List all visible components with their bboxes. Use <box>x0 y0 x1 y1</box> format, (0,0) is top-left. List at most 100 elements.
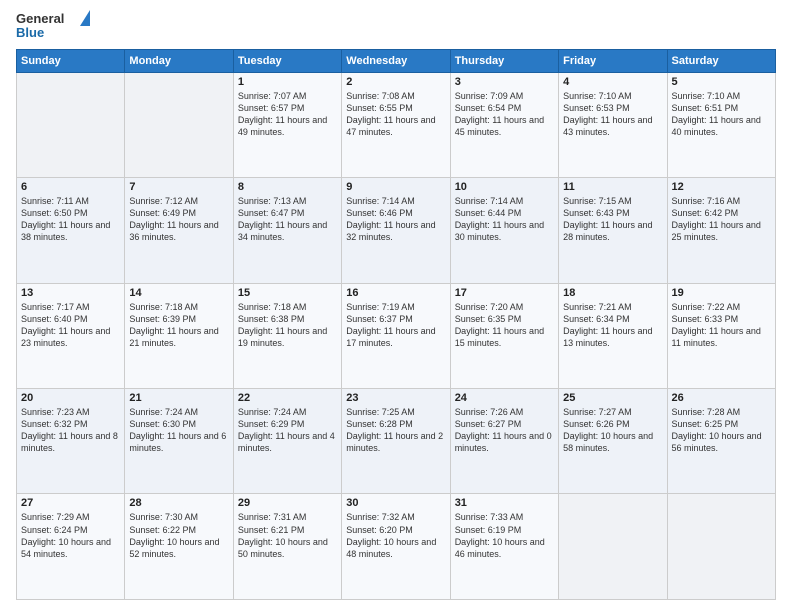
cell-content: Sunrise: 7:24 AMSunset: 6:29 PMDaylight:… <box>238 406 337 455</box>
day-number: 20 <box>21 392 120 404</box>
day-number: 12 <box>672 181 771 193</box>
day-number: 5 <box>672 76 771 88</box>
cell-content: Sunrise: 7:16 AMSunset: 6:42 PMDaylight:… <box>672 195 771 244</box>
day-of-week-wednesday: Wednesday <box>342 49 450 72</box>
calendar-cell <box>125 72 233 177</box>
cell-content: Sunrise: 7:11 AMSunset: 6:50 PMDaylight:… <box>21 195 120 244</box>
day-number: 29 <box>238 497 337 509</box>
calendar-cell <box>17 72 125 177</box>
cell-content: Sunrise: 7:28 AMSunset: 6:25 PMDaylight:… <box>672 406 771 455</box>
calendar-header: SundayMondayTuesdayWednesdayThursdayFrid… <box>17 49 776 72</box>
cell-content: Sunrise: 7:14 AMSunset: 6:44 PMDaylight:… <box>455 195 554 244</box>
cell-content: Sunrise: 7:19 AMSunset: 6:37 PMDaylight:… <box>346 301 445 350</box>
calendar-cell: 11 Sunrise: 7:15 AMSunset: 6:43 PMDayligh… <box>559 178 667 283</box>
calendar-cell: 17 Sunrise: 7:20 AMSunset: 6:35 PMDayligh… <box>450 283 558 388</box>
day-number: 30 <box>346 497 445 509</box>
day-number: 16 <box>346 287 445 299</box>
week-row-3: 20 Sunrise: 7:23 AMSunset: 6:32 PMDayligh… <box>17 389 776 494</box>
cell-content: Sunrise: 7:14 AMSunset: 6:46 PMDaylight:… <box>346 195 445 244</box>
calendar-cell: 21 Sunrise: 7:24 AMSunset: 6:30 PMDayligh… <box>125 389 233 494</box>
day-of-week-sunday: Sunday <box>17 49 125 72</box>
cell-content: Sunrise: 7:23 AMSunset: 6:32 PMDaylight:… <box>21 406 120 455</box>
cell-content: Sunrise: 7:21 AMSunset: 6:34 PMDaylight:… <box>563 301 662 350</box>
cell-content: Sunrise: 7:27 AMSunset: 6:26 PMDaylight:… <box>563 406 662 455</box>
day-number: 31 <box>455 497 554 509</box>
cell-content: Sunrise: 7:25 AMSunset: 6:28 PMDaylight:… <box>346 406 445 455</box>
calendar-cell: 16 Sunrise: 7:19 AMSunset: 6:37 PMDayligh… <box>342 283 450 388</box>
day-number: 21 <box>129 392 228 404</box>
calendar-cell: 8Sunrise: 7:13 AMSunset: 6:47 PMDaylight… <box>233 178 341 283</box>
calendar-cell: 7 Sunrise: 7:12 AMSunset: 6:49 PMDaylight… <box>125 178 233 283</box>
cell-content: Sunrise: 7:29 AMSunset: 6:24 PMDaylight:… <box>21 511 120 560</box>
cell-content: Sunrise: 7:10 AMSunset: 6:51 PMDaylight:… <box>672 90 771 139</box>
logo-text: GeneralBlue <box>16 12 64 41</box>
day-number: 24 <box>455 392 554 404</box>
week-row-0: 1Sunrise: 7:07 AMSunset: 6:57 PMDaylight… <box>17 72 776 177</box>
calendar-cell: 5 Sunrise: 7:10 AMSunset: 6:51 PMDaylight… <box>667 72 775 177</box>
week-row-1: 6 Sunrise: 7:11 AMSunset: 6:50 PMDaylight… <box>17 178 776 283</box>
calendar-cell: 12 Sunrise: 7:16 AMSunset: 6:42 PMDayligh… <box>667 178 775 283</box>
day-number: 28 <box>129 497 228 509</box>
calendar-cell: 19 Sunrise: 7:22 AMSunset: 6:33 PMDayligh… <box>667 283 775 388</box>
cell-content: Sunrise: 7:20 AMSunset: 6:35 PMDaylight:… <box>455 301 554 350</box>
week-row-4: 27 Sunrise: 7:29 AMSunset: 6:24 PMDayligh… <box>17 494 776 600</box>
calendar-cell: 27 Sunrise: 7:29 AMSunset: 6:24 PMDayligh… <box>17 494 125 600</box>
day-number: 14 <box>129 287 228 299</box>
day-number: 19 <box>672 287 771 299</box>
day-number: 22 <box>238 392 337 404</box>
calendar-body: 1Sunrise: 7:07 AMSunset: 6:57 PMDaylight… <box>17 72 776 599</box>
day-number: 13 <box>21 287 120 299</box>
calendar-cell: 1Sunrise: 7:07 AMSunset: 6:57 PMDaylight… <box>233 72 341 177</box>
day-number: 18 <box>563 287 662 299</box>
day-number: 9 <box>346 181 445 193</box>
day-number: 4 <box>563 76 662 88</box>
day-number: 17 <box>455 287 554 299</box>
calendar-cell: 29Sunrise: 7:31 AMSunset: 6:21 PMDayligh… <box>233 494 341 600</box>
day-number: 15 <box>238 287 337 299</box>
day-number: 25 <box>563 392 662 404</box>
day-number: 2 <box>346 76 445 88</box>
calendar-cell: 3Sunrise: 7:09 AMSunset: 6:54 PMDaylight… <box>450 72 558 177</box>
calendar-cell <box>667 494 775 600</box>
cell-content: Sunrise: 7:18 AMSunset: 6:38 PMDaylight:… <box>238 301 337 350</box>
day-number: 11 <box>563 181 662 193</box>
cell-content: Sunrise: 7:10 AMSunset: 6:53 PMDaylight:… <box>563 90 662 139</box>
calendar-cell <box>559 494 667 600</box>
calendar-cell: 4 Sunrise: 7:10 AMSunset: 6:53 PMDaylight… <box>559 72 667 177</box>
calendar-cell: 18 Sunrise: 7:21 AMSunset: 6:34 PMDayligh… <box>559 283 667 388</box>
cell-content: Sunrise: 7:30 AMSunset: 6:22 PMDaylight:… <box>129 511 228 560</box>
calendar-table: SundayMondayTuesdayWednesdayThursdayFrid… <box>16 49 776 600</box>
calendar-cell: 24 Sunrise: 7:26 AMSunset: 6:27 PMDayligh… <box>450 389 558 494</box>
calendar-cell: 6 Sunrise: 7:11 AMSunset: 6:50 PMDaylight… <box>17 178 125 283</box>
day-of-week-friday: Friday <box>559 49 667 72</box>
cell-content: Sunrise: 7:18 AMSunset: 6:39 PMDaylight:… <box>129 301 228 350</box>
day-of-week-monday: Monday <box>125 49 233 72</box>
calendar-cell: 20 Sunrise: 7:23 AMSunset: 6:32 PMDayligh… <box>17 389 125 494</box>
day-number: 27 <box>21 497 120 509</box>
calendar-cell: 28 Sunrise: 7:30 AMSunset: 6:22 PMDayligh… <box>125 494 233 600</box>
cell-content: Sunrise: 7:26 AMSunset: 6:27 PMDaylight:… <box>455 406 554 455</box>
calendar-cell: 26Sunrise: 7:28 AMSunset: 6:25 PMDayligh… <box>667 389 775 494</box>
calendar-cell: 9 Sunrise: 7:14 AMSunset: 6:46 PMDaylight… <box>342 178 450 283</box>
cell-content: Sunrise: 7:15 AMSunset: 6:43 PMDaylight:… <box>563 195 662 244</box>
day-number: 8 <box>238 181 337 193</box>
day-of-week-tuesday: Tuesday <box>233 49 341 72</box>
cell-content: Sunrise: 7:24 AMSunset: 6:30 PMDaylight:… <box>129 406 228 455</box>
calendar-cell: 30Sunrise: 7:32 AMSunset: 6:20 PMDayligh… <box>342 494 450 600</box>
day-number: 10 <box>455 181 554 193</box>
cell-content: Sunrise: 7:09 AMSunset: 6:54 PMDaylight:… <box>455 90 554 139</box>
cell-content: Sunrise: 7:22 AMSunset: 6:33 PMDaylight:… <box>672 301 771 350</box>
cell-content: Sunrise: 7:17 AMSunset: 6:40 PMDaylight:… <box>21 301 120 350</box>
calendar-cell: 31 Sunrise: 7:33 AMSunset: 6:19 PMDayligh… <box>450 494 558 600</box>
day-number: 1 <box>238 76 337 88</box>
day-of-week-saturday: Saturday <box>667 49 775 72</box>
cell-content: Sunrise: 7:12 AMSunset: 6:49 PMDaylight:… <box>129 195 228 244</box>
header-row: SundayMondayTuesdayWednesdayThursdayFrid… <box>17 49 776 72</box>
day-number: 6 <box>21 181 120 193</box>
logo: General Blue GeneralBlue <box>16 12 78 41</box>
cell-content: Sunrise: 7:33 AMSunset: 6:19 PMDaylight:… <box>455 511 554 560</box>
calendar-cell: 2Sunrise: 7:08 AMSunset: 6:55 PMDaylight… <box>342 72 450 177</box>
calendar-page: General Blue GeneralBlue SundayMondayTue… <box>0 0 792 612</box>
header: General Blue GeneralBlue <box>16 12 776 41</box>
day-number: 7 <box>129 181 228 193</box>
